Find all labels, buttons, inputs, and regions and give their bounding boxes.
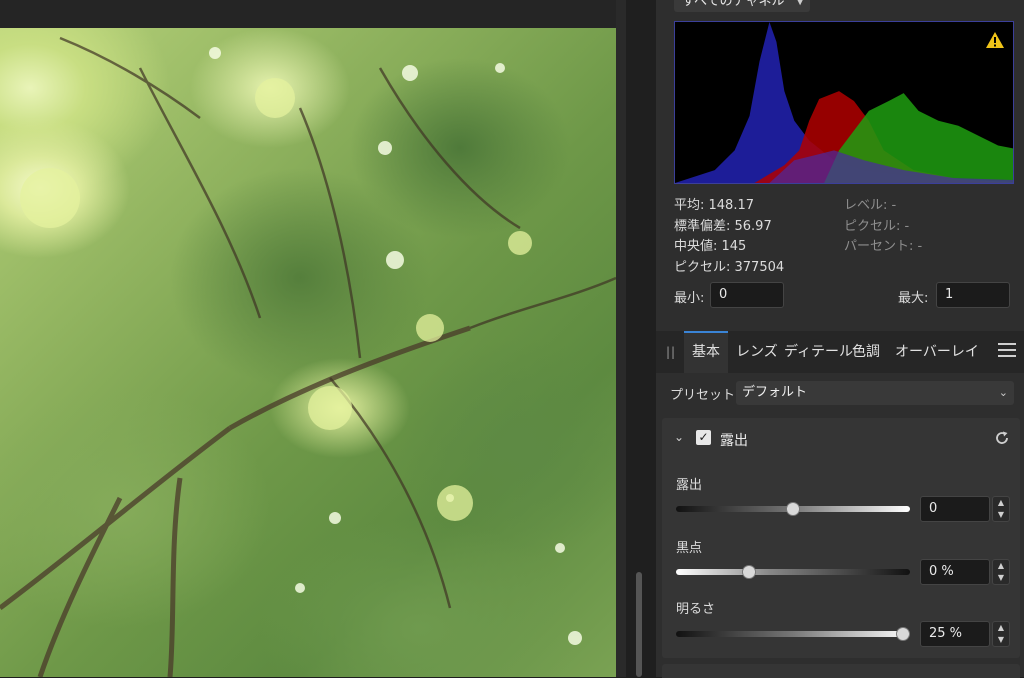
tab-overlay[interactable]: オーバーレイ [895, 331, 979, 373]
black-point-value-field[interactable]: 0 % [920, 559, 990, 585]
channel-select-value: すべてのチャネル [682, 0, 785, 9]
photo-foliage [0, 36, 616, 677]
brightness-value-field[interactable]: 25 % [920, 621, 990, 647]
canvas-toolbar [0, 0, 616, 28]
exposure-enable-checkbox[interactable]: ✓ [696, 430, 711, 445]
reset-icon[interactable] [994, 430, 1010, 446]
black-point-slider-label: 黒点 [676, 541, 703, 556]
brightness-slider-thumb[interactable] [896, 627, 910, 641]
exposure-slider-thumb[interactable] [786, 502, 800, 516]
min-input[interactable]: 0 [710, 282, 784, 308]
next-group-header [662, 664, 1020, 678]
max-label: 最大: [898, 291, 929, 306]
max-input[interactable]: 1 [936, 282, 1010, 308]
warning-icon [986, 32, 1004, 48]
preset-select-value: デフォルト [742, 385, 808, 400]
brightness-slider-label: 明るさ [676, 602, 716, 617]
drag-grip-icon[interactable]: || [666, 345, 676, 359]
chevron-down-icon: ⌄ [998, 386, 1008, 399]
brightness-slider-track[interactable] [676, 631, 910, 637]
collapse-chevron-icon[interactable]: ⌄ [674, 430, 684, 444]
black-point-stepper[interactable]: ▲ ▼ [992, 559, 1010, 585]
stat-pixels: ピクセル: 377504 [674, 260, 785, 275]
channel-select[interactable]: すべてのチャネル ▼ [674, 0, 810, 12]
black-point-slider-track[interactable] [676, 569, 910, 575]
black-point-slider-thumb[interactable] [742, 565, 756, 579]
stat-percent: パーセント: - [844, 239, 923, 254]
histogram-graph [674, 21, 1014, 184]
stat-std-dev: 標準偏差: 56.97 [674, 219, 772, 234]
hamburger-menu-icon[interactable] [998, 343, 1016, 359]
tab-basic[interactable]: 基本 [684, 331, 728, 373]
preset-label: プリセット: [670, 388, 740, 403]
tab-tone[interactable]: 色調 [852, 331, 880, 373]
exposure-value-field[interactable]: 0 [920, 496, 990, 522]
canvas-scroll-track[interactable] [616, 0, 626, 677]
stat-mean: 平均: 148.17 [674, 198, 754, 213]
brightness-stepper[interactable]: ▲ ▼ [992, 621, 1010, 647]
stat-pixel-at: ピクセル: - [844, 219, 910, 234]
chevron-down-icon: ▼ [796, 0, 804, 7]
min-label: 最小: [674, 291, 705, 306]
tab-detail[interactable]: ディテール [784, 331, 853, 373]
preset-select[interactable]: デフォルト ⌄ [736, 381, 1014, 405]
stat-median: 中央値: 145 [674, 239, 747, 254]
exposure-slider-label: 露出 [676, 478, 703, 493]
exposure-group-title: 露出 [720, 433, 748, 449]
photo-canvas[interactable] [0, 28, 616, 677]
tab-lens[interactable]: レンズ [736, 331, 778, 373]
stat-level: レベル: - [844, 198, 897, 213]
exposure-stepper[interactable]: ▲ ▼ [992, 496, 1010, 522]
panel-scrollbar-thumb[interactable] [636, 572, 642, 677]
